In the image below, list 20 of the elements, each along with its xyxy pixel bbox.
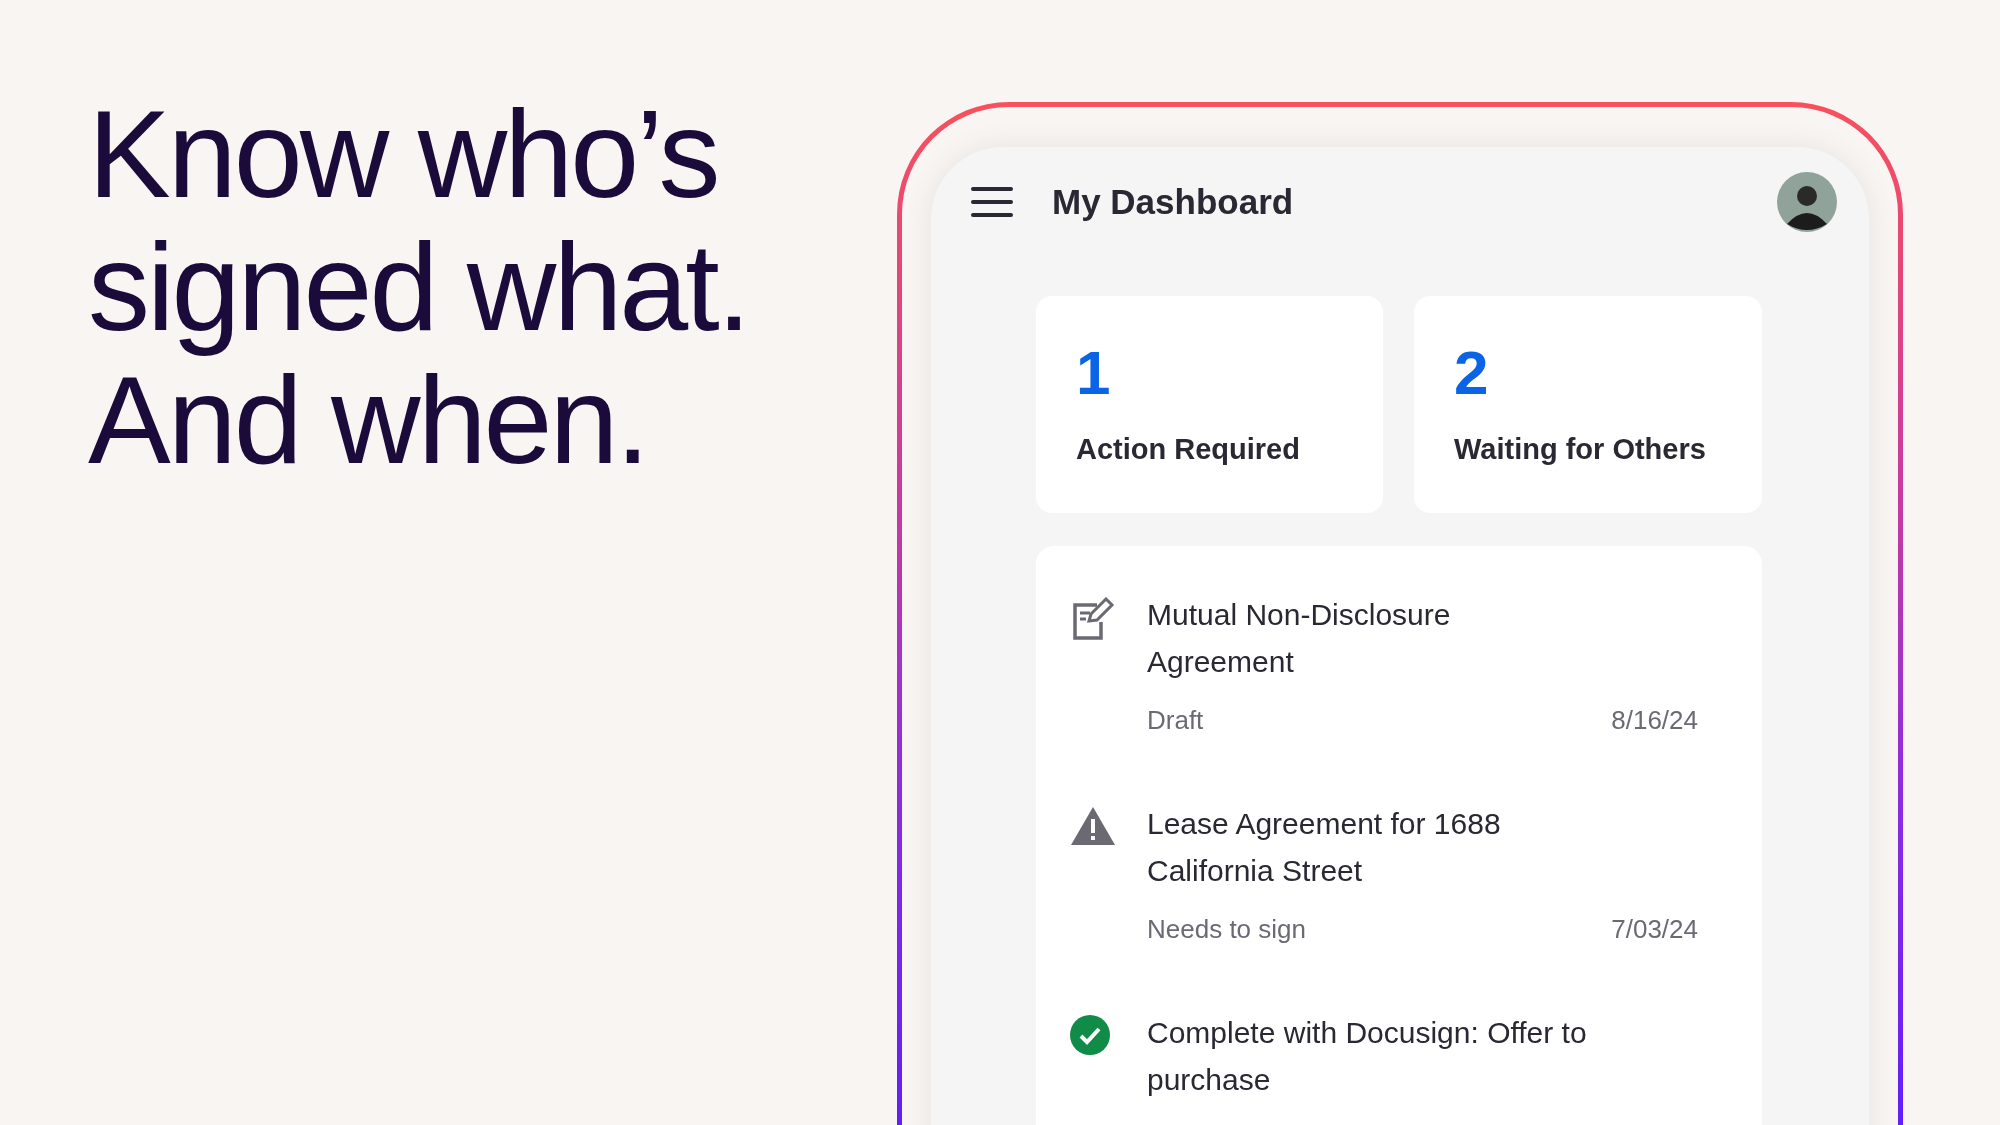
summary-card[interactable]: 1 Action Required	[1036, 296, 1383, 513]
document-status: Needs to sign	[1147, 913, 1306, 946]
document-date: 8/16/24	[1611, 704, 1698, 737]
check-circle-icon	[1070, 1015, 1110, 1055]
document-status: Draft	[1147, 704, 1204, 737]
card-label: Action Required	[1076, 432, 1301, 467]
warning-icon	[1070, 806, 1116, 846]
document-pencil-icon	[1070, 597, 1116, 643]
document-title[interactable]: Mutual Non-Disclosure Agreement	[1147, 591, 1698, 685]
headline: Know who’s signed what. And when.	[88, 88, 750, 487]
summary-card[interactable]: 2 Waiting for Others	[1414, 296, 1762, 513]
count: 2	[1454, 338, 1490, 408]
avatar[interactable]	[1777, 172, 1837, 232]
document-title[interactable]: Lease Agreement for 1688 California Street	[1147, 800, 1698, 894]
screen-title: My Dashboard	[1052, 180, 1294, 223]
document-title[interactable]: Complete with Docusign: Offer to purchase	[1147, 1009, 1698, 1103]
document-date: 7/03/24	[1611, 913, 1698, 946]
menu-button[interactable]	[971, 187, 1013, 217]
card-label: Waiting for Others	[1454, 432, 1707, 467]
count: 1	[1076, 338, 1112, 408]
